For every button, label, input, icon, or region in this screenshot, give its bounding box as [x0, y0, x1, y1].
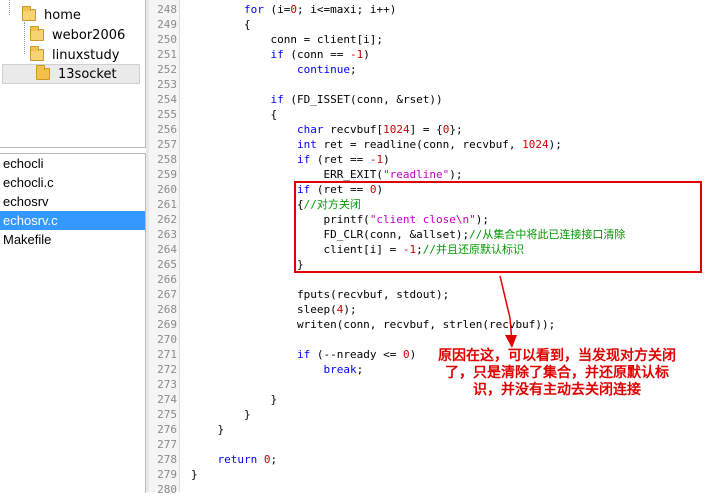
- code-line: }: [191, 468, 198, 481]
- line-number: 267: [157, 288, 177, 301]
- line-number: 268: [157, 303, 177, 316]
- code-line: if (ret == -1): [296, 153, 390, 166]
- folder-icon: [30, 46, 44, 61]
- line-number: 249: [157, 18, 177, 31]
- tree-item-13socket[interactable]: 13socket: [2, 64, 140, 84]
- code-line: if (FD_ISSET(conn, &rset)): [270, 93, 443, 106]
- line-number: 251: [157, 48, 177, 61]
- tree-item-label: webor2006: [52, 27, 126, 43]
- code-line: if (conn == -1): [270, 48, 370, 61]
- line-number: 278: [157, 453, 177, 466]
- code-line: writen(conn, recvbuf, strlen(recvbuf));: [191, 318, 556, 331]
- code-line: if (--nready <= 0): [296, 348, 417, 361]
- file-item[interactable]: echocli.c: [0, 173, 145, 192]
- line-number: 248: [157, 3, 177, 16]
- file-item[interactable]: echosrv: [0, 192, 145, 211]
- code-line: int ret = readline(conn, recvbuf, 1024);: [296, 138, 562, 151]
- code-line: sleep(4);: [191, 303, 357, 316]
- code-line: return 0;: [217, 453, 278, 466]
- line-number: 271: [157, 348, 177, 361]
- annotation-note: 原因在这，可以看到，当发现对方关闭了，只是清除了集合，并还原默认标识，并没有主动…: [438, 348, 676, 398]
- line-number: 256: [157, 123, 177, 136]
- highlight-box: [294, 181, 702, 273]
- line-number: 257: [157, 138, 177, 151]
- tree-item-linuxstudy[interactable]: linuxstudy: [30, 45, 119, 65]
- folder-icon: [22, 6, 36, 21]
- line-number: 259: [157, 168, 177, 181]
- tree-item-label: 13socket: [58, 66, 117, 82]
- code-line: for (i=0; i<=maxi; i++): [243, 3, 397, 16]
- line-number: 276: [157, 423, 177, 436]
- folder-icon: [36, 65, 50, 80]
- code-line: fputs(recvbuf, stdout);: [191, 288, 450, 301]
- code-line: ERR_EXIT("readline");: [191, 168, 463, 181]
- line-number: 254: [157, 93, 177, 106]
- line-number: 263: [157, 228, 177, 241]
- tree-item-label: linuxstudy: [52, 47, 120, 63]
- line-number: 252: [157, 63, 177, 76]
- line-number: 255: [157, 108, 177, 121]
- file-list: echocli echocli.c echosrv echosrv.c Make…: [0, 153, 146, 493]
- code-line: }: [191, 423, 225, 436]
- code-line: break;: [323, 363, 364, 376]
- line-number: 253: [157, 78, 177, 91]
- line-number-gutter: 248 249 250 251 252 253 254 255 256 257 258 259 260 2…: [149, 0, 180, 496]
- line-number: 280: [157, 483, 177, 496]
- file-item[interactable]: echocli: [0, 154, 145, 173]
- line-number: 273: [157, 378, 177, 391]
- line-number: 265: [157, 258, 177, 271]
- line-number: 272: [157, 363, 177, 376]
- folder-tree: home webor2006 linuxstudy 13socket: [0, 0, 146, 148]
- line-number: 262: [157, 213, 177, 226]
- code-line: char recvbuf[1024] = {0};: [296, 123, 463, 136]
- line-number: 274: [157, 393, 177, 406]
- line-number: 261: [157, 198, 177, 211]
- code-line: {: [191, 108, 278, 121]
- code-line: continue;: [296, 63, 357, 76]
- line-number: 277: [157, 438, 177, 451]
- file-item[interactable]: Makefile: [0, 230, 145, 249]
- tree-guide: [24, 22, 25, 54]
- line-number: 264: [157, 243, 177, 256]
- tree-item-webor2006[interactable]: webor2006: [30, 25, 125, 45]
- file-item-selected[interactable]: echosrv.c: [0, 211, 145, 230]
- line-number: 260: [157, 183, 177, 196]
- tree-guide: [9, 0, 10, 15]
- code-line: }: [191, 408, 251, 421]
- line-number: 279: [157, 468, 177, 481]
- code-line: }: [191, 258, 304, 271]
- code-line: {: [191, 18, 251, 31]
- line-number: 250: [157, 33, 177, 46]
- tree-item-home[interactable]: home: [22, 5, 81, 25]
- folder-icon: [30, 26, 44, 41]
- line-number: 270: [157, 333, 177, 346]
- line-number: 275: [157, 408, 177, 421]
- line-number: 266: [157, 273, 177, 286]
- code-line: }: [191, 393, 278, 406]
- tree-item-label: home: [44, 7, 81, 23]
- line-number: 269: [157, 318, 177, 331]
- code-line: conn = client[i];: [191, 33, 384, 46]
- line-number: 258: [157, 153, 177, 166]
